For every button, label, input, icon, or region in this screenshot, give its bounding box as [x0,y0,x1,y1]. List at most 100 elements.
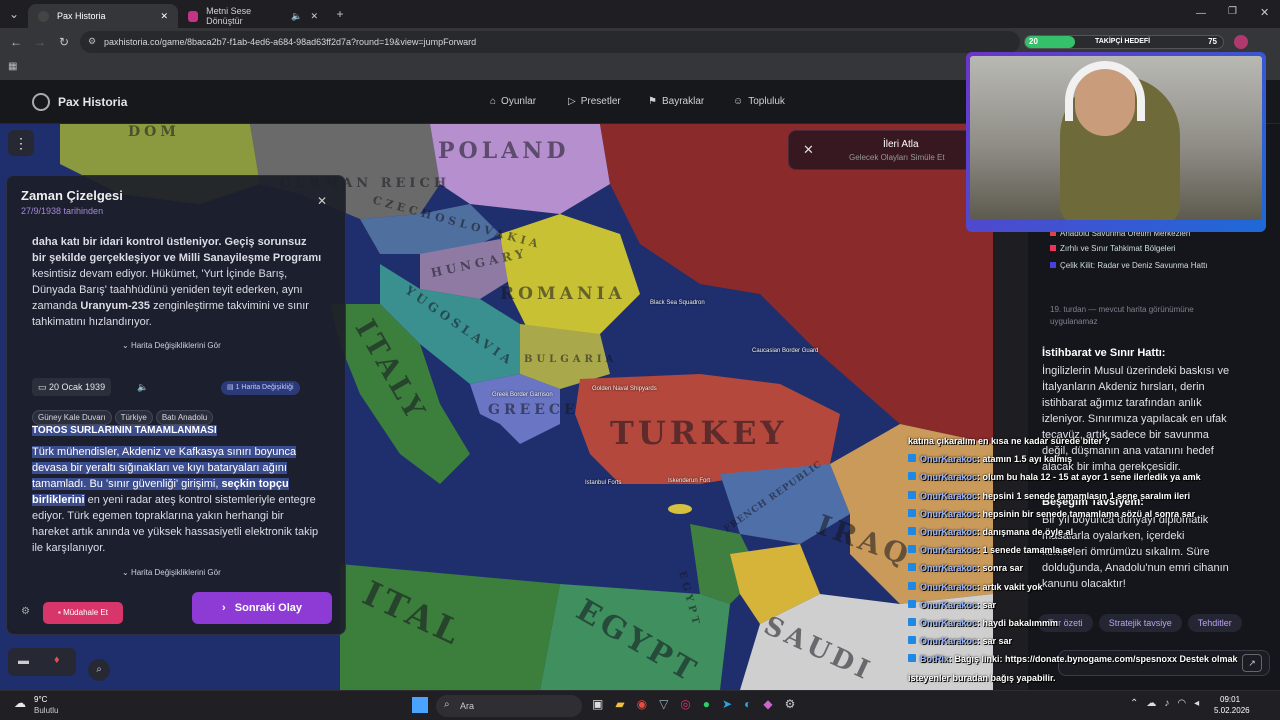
new-tab-icon[interactable]: + [328,7,352,21]
chrome-icon[interactable]: ◉ [637,697,647,711]
tab-advice[interactable]: Stratejik tavsiye [1098,614,1182,632]
chat-username[interactable]: OnurKarakoc [920,491,977,501]
send-icon[interactable]: ↗ [1242,654,1262,672]
chat-username[interactable]: OnurKarakoc [920,527,977,537]
para-bold: daha katı bir idari kontrol üstleniyor. … [32,236,322,264]
chat-bubble-icon[interactable]: ▬ [18,655,29,667]
file-explorer-icon[interactable]: ▰ [615,697,624,711]
chat-text: : atamın 1.5 ayı kalmış [977,454,1073,465]
task-view-icon[interactable]: ▣ [592,697,603,711]
instagram-icon[interactable]: ◎ [680,697,690,711]
forward-icon[interactable]: → [28,35,52,49]
chat-username[interactable]: OnurKarakoc [920,454,977,464]
telegram-icon[interactable]: ➤ [722,697,732,711]
volume-icon[interactable]: ◂ [1194,698,1207,709]
nav-flags[interactable]: ⚑ Bayraklar [648,96,704,107]
chat-username[interactable]: OnurKarakoc [920,563,977,573]
flame-icon[interactable]: ♦ [54,654,60,666]
chat-username[interactable]: OnurKarakoc [920,618,977,628]
flag-icon: ⚑ [648,96,657,107]
maximize-icon[interactable]: ❐ [1228,6,1237,17]
weather-temp[interactable]: 9°C [34,695,47,704]
follower-count-right: 75 [1208,37,1217,46]
settings-icon[interactable]: ⚙ [785,697,796,711]
event-paragraph: daha katı bir idari kontrol üstleniyor. … [32,234,322,330]
tab-label: Metni Sese Dönüştür [206,6,252,26]
map-changes-toggle-2[interactable]: ⌄ Harita Değişikliklerini Gör [122,568,221,577]
chat-username[interactable]: OnurKarakoc [920,545,977,555]
chat-username[interactable]: OnurKarakoc [920,636,977,646]
close-tab-icon[interactable]: ✕ [160,11,168,22]
event-tags: Güney Kale Duvarı Türkiye Batı Anadolu [32,407,216,425]
chat-message: OnurKarakoc: atamın 1.5 ayı kalmış [908,454,1072,464]
nav-presets[interactable]: ▷ Presetler [568,96,621,107]
tab-threats[interactable]: Tehditler [1187,614,1242,632]
whatsapp-icon[interactable]: ● [703,697,710,711]
clock-date[interactable]: 5.02.2026 [1214,706,1250,715]
close-icon[interactable]: ✕ [317,194,327,208]
label-poland: POLAND [438,138,570,164]
chat-username[interactable]: OnurKarakoc [920,600,977,610]
edge-icon[interactable]: ◐ [744,697,751,711]
nav-community[interactable]: ☺ Topluluk [733,96,785,107]
chat-message: katına çıkaralım en kısa ne kadar sürede… [908,436,1110,446]
minimize-icon[interactable]: — [1196,8,1206,19]
site-info-icon[interactable]: ⚙ [88,36,96,47]
map-changes-toggle[interactable]: ⌄ Harita Değişikliklerini Gör [122,341,221,350]
tab-pax-historia[interactable]: Pax Historia ✕ [28,4,178,28]
speaker-icon[interactable]: 🔈 [137,382,148,393]
apps-grid-icon[interactable]: ▦ [8,61,17,72]
city-black-sea[interactable]: Black Sea Squadron [650,300,705,306]
settings-icon[interactable]: ⚙ [21,606,30,617]
chat-username[interactable]: BotRix [920,654,949,664]
intel-title: İstihbarat ve Sınır Hattı: [1042,347,1166,359]
mic-icon[interactable]: ♪ [1164,698,1177,709]
map-menu-button[interactable]: ⋮ [8,130,34,156]
url-field[interactable]: paxhistoria.co/game/8baca2b7-f1ab-4ed6-a… [80,31,1020,53]
tag-chip[interactable]: Güney Kale Duvarı [32,410,112,425]
windows-start-icon[interactable] [412,697,428,713]
follower-count-left: 20 [1029,37,1038,46]
site-logo-text[interactable]: Pax Historia [58,95,127,109]
search-icon[interactable]: ⌕ [88,659,110,681]
next-event-button[interactable]: › Sonraki Olay [192,592,332,624]
tag-chip[interactable]: Türkiye [114,410,153,425]
tab-list-icon[interactable]: ⌄ [0,7,28,21]
nav-label: Topluluk [748,96,785,107]
city-istanbul[interactable]: Istanbul Forts [585,480,621,486]
chat-text: : sar sar [977,636,1013,647]
tag-chip[interactable]: Batı Anadolu [155,410,214,425]
city-aegean[interactable]: Greek Border Garrison [492,392,553,398]
vpn-icon[interactable]: ▽ [659,697,668,711]
tray-chevron-icon[interactable]: ⌃ [1130,698,1146,709]
intervene-button[interactable]: ▪ Müdahale Et [43,602,123,624]
map-change-count-badge[interactable]: ▤ 1 Harita Değişikliği [221,381,300,395]
chat-message: OnurKarakoc: sonra sar [908,563,1023,573]
onedrive-icon[interactable]: ☁ [1146,698,1164,709]
chat-username[interactable]: OnurKarakoc [920,509,977,519]
tab-metni-sese[interactable]: Metni Sese Dönüştür 🔈 ✕ [178,4,328,28]
clock-time[interactable]: 09:01 [1220,695,1240,704]
chat-username[interactable]: OnurKarakoc [920,472,977,482]
close-icon[interactable]: ✕ [803,142,814,158]
city-iskenderun[interactable]: Iskenderun Fort [668,478,710,484]
close-window-icon[interactable]: ✕ [1260,6,1269,19]
reload-icon[interactable]: ↻ [52,35,76,49]
skip-title[interactable]: İleri Atla [883,139,919,150]
follower-goal-widget: 20 TAKİPÇİ HEDEFİ 75 [1024,35,1224,49]
site-logo-icon[interactable] [32,93,50,111]
chat-username[interactable]: OnurKarakoc [920,582,977,592]
city-golden-horn[interactable]: Golden Naval Shipyards [592,386,657,392]
profile-avatar[interactable] [1234,35,1248,49]
wifi-icon[interactable]: ◠ [1177,698,1194,709]
app-icon[interactable]: ◆ [763,697,772,711]
close-tab-icon[interactable]: ✕ [310,11,318,22]
chat-text: : hepsini 1 senede tamamlasın 1 sene sar… [977,490,1191,501]
city-caucasian[interactable]: Caucasian Border Guard [752,348,818,354]
chat-message: OnurKarakoc: olum bu hala 12 - 15 at ayo… [908,472,1201,482]
nav-games[interactable]: ⌂ Oyunlar [490,96,536,107]
advisor-tabs: Tur özeti Stratejik tavsiye Tehditler [1038,614,1242,632]
taskbar-search[interactable]: ⌕ Ara [436,695,582,717]
back-icon[interactable]: ← [4,35,28,49]
label-romania: ROMANIA [500,284,626,304]
